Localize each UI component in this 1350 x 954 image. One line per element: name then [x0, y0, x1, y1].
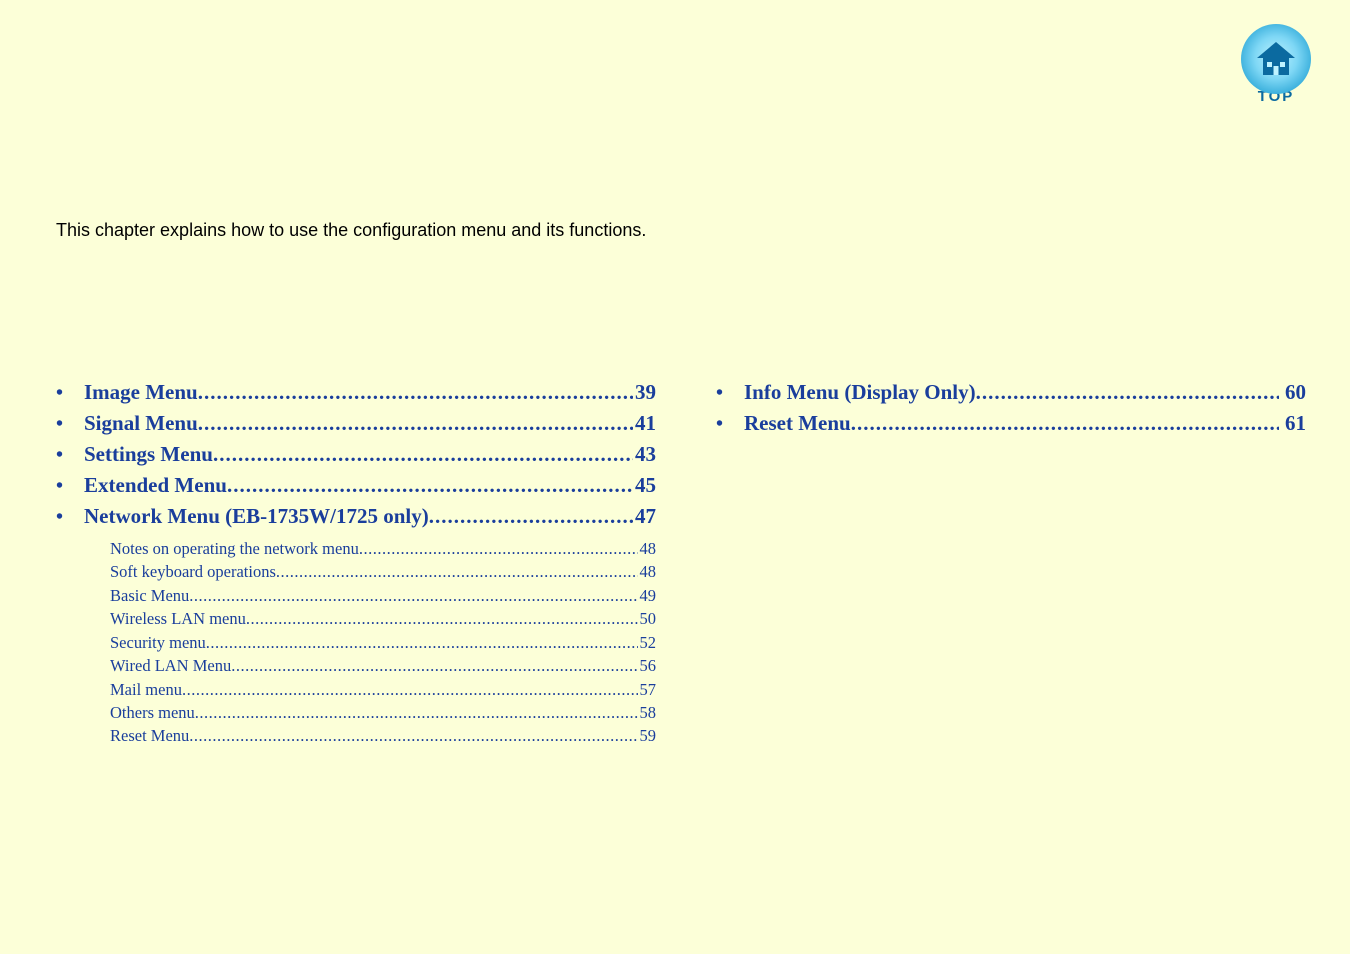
toc-entry[interactable]: •Network Menu (EB-1735W/1725 only) 47: [56, 504, 656, 529]
toc-subentry-title: Security menu: [110, 631, 206, 654]
toc-entry[interactable]: •Info Menu (Display Only) 60: [716, 380, 1306, 405]
toc-subentry-page: 48: [638, 537, 657, 560]
bullet-icon: •: [56, 475, 84, 498]
toc-entry-page: 43: [633, 442, 656, 467]
toc-subentry[interactable]: Others menu 58: [110, 701, 656, 724]
toc-entry-title: Image Menu: [84, 380, 198, 405]
toc-leader-dots: [213, 442, 633, 467]
bullet-icon: •: [56, 382, 84, 405]
toc-subentry-page: 56: [638, 654, 657, 677]
toc-entry-title: Extended Menu: [84, 473, 227, 498]
toc-leader-dots: [359, 537, 638, 560]
toc-leader-dots: [195, 701, 638, 724]
toc-leader-dots: [429, 504, 633, 529]
toc-subentry-page: 50: [638, 607, 657, 630]
chapter-intro-text: This chapter explains how to use the con…: [56, 220, 646, 241]
toc-subentry-title: Soft keyboard operations: [110, 560, 276, 583]
toc-columns: •Image Menu39•Signal Menu41•Settings Men…: [56, 380, 1294, 748]
toc-subentry-title: Mail menu: [110, 678, 182, 701]
toc-leader-dots: [231, 654, 637, 677]
toc-subentry-page: 48: [638, 560, 657, 583]
toc-entry[interactable]: •Signal Menu 41: [56, 411, 656, 436]
toc-entry-page: 60: [1279, 380, 1306, 405]
toc-leader-dots: [182, 678, 638, 701]
bullet-icon: •: [716, 413, 744, 436]
toc-subentry[interactable]: Wired LAN Menu 56: [110, 654, 656, 677]
toc-subentry[interactable]: Wireless LAN menu 50: [110, 607, 656, 630]
toc-subentry-title: Notes on operating the network menu: [110, 537, 359, 560]
toc-subentry-title: Wireless LAN menu: [110, 607, 246, 630]
toc-leader-dots: [851, 411, 1279, 436]
toc-leader-dots: [198, 380, 633, 405]
toc-entry-page: 39: [633, 380, 656, 405]
toc-entry-title: Info Menu (Display Only): [744, 380, 976, 405]
toc-subentry[interactable]: Basic Menu 49: [110, 584, 656, 607]
bullet-icon: •: [56, 506, 84, 529]
toc-entry-page: 41: [633, 411, 656, 436]
toc-entry-title: Settings Menu: [84, 442, 213, 467]
toc-subentry-title: Wired LAN Menu: [110, 654, 231, 677]
toc-subentry-title: Basic Menu: [110, 584, 189, 607]
bullet-icon: •: [56, 413, 84, 436]
toc-subentry[interactable]: Notes on operating the network menu 48: [110, 537, 656, 560]
toc-leader-dots: [206, 631, 638, 654]
toc-subentry[interactable]: Reset Menu 59: [110, 724, 656, 747]
toc-leader-dots: [276, 560, 638, 583]
top-home-button[interactable]: TOP: [1238, 24, 1314, 105]
toc-subentry-page: 59: [638, 724, 657, 747]
toc-subentry-title: Others menu: [110, 701, 195, 724]
toc-entry-title: Signal Menu: [84, 411, 198, 436]
toc-subentry-page: 52: [638, 631, 657, 654]
toc-leader-dots: [246, 607, 638, 630]
toc-subentry-page: 57: [638, 678, 657, 701]
toc-entry[interactable]: •Extended Menu 45: [56, 473, 656, 498]
toc-entry-page: 47: [633, 504, 656, 529]
toc-leader-dots: [189, 584, 637, 607]
home-icon: [1241, 24, 1311, 94]
toc-leader-dots: [198, 411, 633, 436]
toc-entry-page: 61: [1279, 411, 1306, 436]
bullet-icon: •: [716, 382, 744, 405]
toc-entry[interactable]: •Reset Menu 61: [716, 411, 1306, 436]
toc-left-column: •Image Menu39•Signal Menu41•Settings Men…: [56, 380, 656, 748]
toc-entry-title: Network Menu (EB-1735W/1725 only): [84, 504, 429, 529]
toc-leader-dots: [976, 380, 1279, 405]
bullet-icon: •: [56, 444, 84, 467]
toc-subentry-page: 58: [638, 701, 657, 724]
toc-entry-title: Reset Menu: [744, 411, 851, 436]
toc-entry-page: 45: [633, 473, 656, 498]
toc-entry[interactable]: •Settings Menu 43: [56, 442, 656, 467]
toc-entry[interactable]: •Image Menu 39: [56, 380, 656, 405]
toc-subentry-title: Reset Menu: [110, 724, 189, 747]
toc-right-column: •Info Menu (Display Only) 60 •Reset Menu …: [716, 380, 1306, 748]
toc-subentry[interactable]: Mail menu 57: [110, 678, 656, 701]
toc-subentry[interactable]: Soft keyboard operations 48: [110, 560, 656, 583]
toc-subentry-page: 49: [638, 584, 657, 607]
toc-subentry[interactable]: Security menu 52: [110, 631, 656, 654]
toc-leader-dots: [189, 724, 637, 747]
home-icon-bg: [1241, 24, 1311, 94]
toc-leader-dots: [227, 473, 633, 498]
